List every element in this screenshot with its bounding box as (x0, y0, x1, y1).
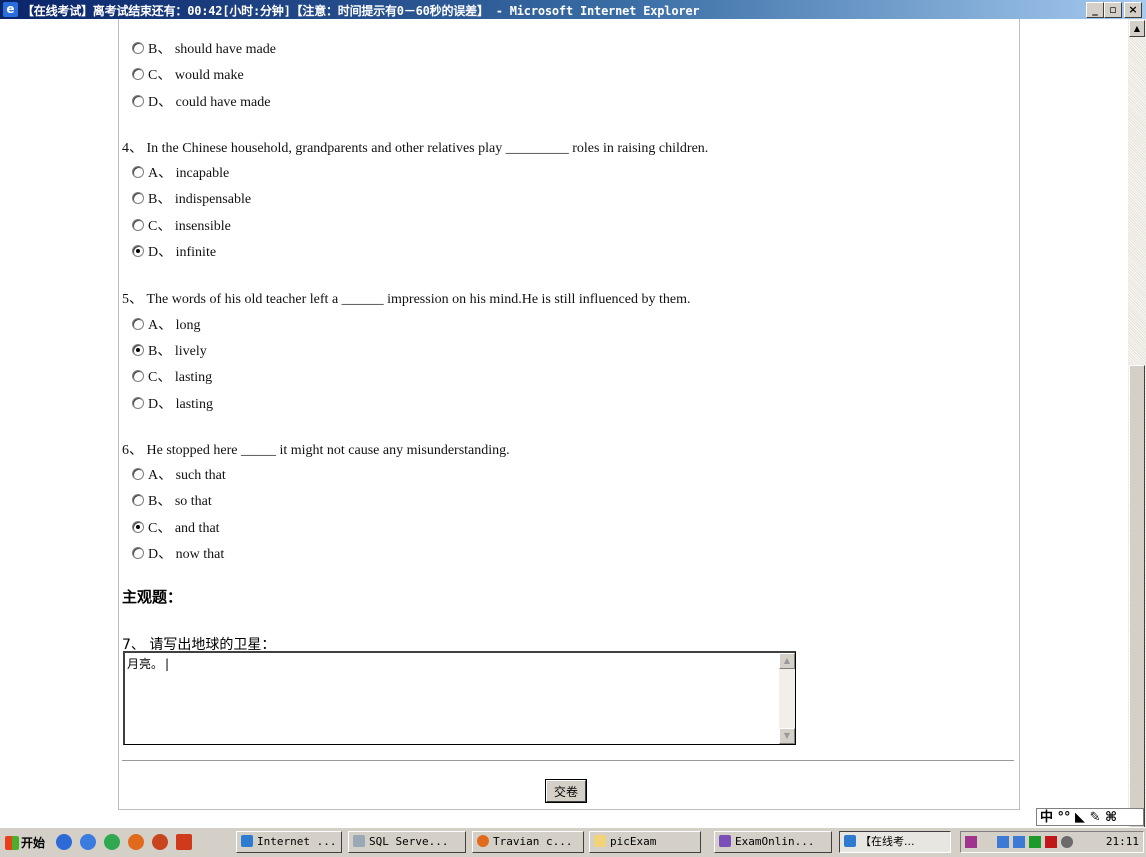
clock-icon[interactable] (1061, 836, 1073, 848)
radio-button[interactable] (132, 68, 144, 80)
q3-option-b[interactable]: B、 should have made (132, 38, 276, 58)
app-tray-icon[interactable] (965, 836, 977, 848)
app-icon[interactable] (176, 834, 192, 850)
radio-button[interactable] (132, 318, 144, 330)
content-border-right (1019, 19, 1020, 809)
q4-option-a[interactable]: A、 incapable (132, 162, 229, 182)
radio-button[interactable] (132, 397, 144, 409)
divider (122, 760, 1014, 761)
q6-option-c[interactable]: C、 and that (132, 517, 220, 537)
close-button[interactable]: × (1124, 2, 1142, 18)
firefox-icon[interactable] (128, 834, 144, 850)
q5-option-a[interactable]: A、 long (132, 314, 201, 334)
sql-server-icon (353, 835, 365, 847)
page-scrollbar[interactable]: ▲ (1128, 19, 1146, 829)
taskbar-item-picexam[interactable]: picExam (589, 831, 701, 853)
answer-text[interactable]: 月亮。 (127, 655, 169, 672)
window-controls: _ ▫ × (1086, 2, 1142, 18)
ie-icon[interactable] (80, 834, 96, 850)
scroll-down-icon[interactable]: ▼ (779, 728, 795, 744)
q6-option-a[interactable]: A、 such that (132, 464, 226, 484)
taskbar-item-examonline[interactable]: ExamOnlin... (714, 831, 832, 853)
ime-toolbar[interactable]: 中 °° ◣ ✎ ⌘ (1036, 808, 1144, 826)
q4-option-d[interactable]: D、 infinite (132, 241, 216, 261)
taskbar-item-sql-server[interactable]: SQL Serve... (348, 831, 466, 853)
q6-text: 6、 He stopped here _____ it might not ca… (122, 443, 510, 458)
q4-option-c[interactable]: C、 insensible (132, 215, 231, 235)
visual-studio-icon (719, 835, 731, 847)
scroll-up-icon[interactable]: ▲ (779, 653, 795, 669)
minimize-button[interactable]: _ (1086, 2, 1104, 18)
windows-logo-icon (5, 835, 19, 850)
q6-option-d[interactable]: D、 now that (132, 543, 224, 563)
q5-option-c[interactable]: C、 lasting (132, 366, 212, 386)
desktop-icon[interactable] (56, 834, 72, 850)
content-border-bottom (118, 809, 1020, 810)
system-tray: 21:11 (960, 831, 1144, 853)
q3-option-d[interactable]: D、 could have made (132, 91, 270, 111)
radio-button[interactable] (132, 521, 144, 533)
content-border-left (118, 19, 119, 809)
refresh-icon[interactable] (104, 834, 120, 850)
section-title: 主观题： (122, 588, 183, 606)
ie-icon: e (3, 2, 18, 17)
q3-option-c[interactable]: C、 would make (132, 64, 244, 84)
q4-option-b[interactable]: B、 indispensable (132, 188, 251, 208)
restore-button[interactable]: ▫ (1104, 2, 1122, 18)
ie-icon (241, 835, 253, 847)
radio-button[interactable] (132, 42, 144, 54)
radio-button[interactable] (132, 547, 144, 559)
radio-button[interactable] (132, 95, 144, 107)
network-icon[interactable] (997, 836, 1009, 848)
q5-text: 5、 The words of his old teacher left a _… (122, 292, 691, 307)
antivirus-icon[interactable] (1045, 836, 1057, 848)
start-button[interactable]: 开始 (2, 832, 48, 853)
ie-icon (844, 835, 856, 847)
radio-button[interactable] (132, 344, 144, 356)
q4-text: 4、 In the Chinese household, grandparent… (122, 141, 709, 156)
window-title: 【在线考试】离考试结束还有：00:42[小时:分钟]【注意：时间提示有0－60秒… (22, 4, 700, 18)
taskbar-item-exam-window[interactable]: 【在线考... (839, 831, 951, 853)
textarea-scrollbar[interactable]: ▲ ▼ (779, 653, 795, 744)
app-icon[interactable] (152, 834, 168, 850)
clock[interactable]: 21:11 (1106, 835, 1139, 848)
window-titlebar[interactable]: e 【在线考试】离考试结束还有：00:42[小时:分钟]【注意：时间提示有0－6… (0, 0, 1146, 19)
taskbar-item-travian[interactable]: Travian c... (472, 831, 584, 853)
firefox-icon (477, 835, 489, 847)
q6-option-b[interactable]: B、 so that (132, 490, 212, 510)
scroll-thumb[interactable] (1129, 365, 1145, 829)
radio-button[interactable] (132, 192, 144, 204)
q5-option-b[interactable]: B、 lively (132, 340, 207, 360)
submit-button[interactable]: 交卷 (545, 779, 587, 803)
radio-button[interactable] (132, 219, 144, 231)
status-icon[interactable] (1029, 836, 1041, 848)
answer-textarea[interactable]: 月亮。 ▲ ▼ (123, 651, 796, 745)
taskbar-item-internet[interactable]: Internet ... (236, 831, 342, 853)
radio-button[interactable] (132, 370, 144, 382)
scroll-up-icon[interactable]: ▲ (1129, 20, 1145, 37)
browser-viewport: B、 should have made C、 would make D、 cou… (0, 19, 1128, 827)
radio-button[interactable] (132, 494, 144, 506)
radio-button[interactable] (132, 166, 144, 178)
q5-option-d[interactable]: D、 lasting (132, 393, 213, 413)
taskbar: 开始 Internet ... SQL Serve... Travian c..… (0, 827, 1146, 857)
folder-icon (594, 835, 606, 847)
radio-button[interactable] (132, 245, 144, 257)
network-icon[interactable] (1013, 836, 1025, 848)
radio-button[interactable] (132, 468, 144, 480)
